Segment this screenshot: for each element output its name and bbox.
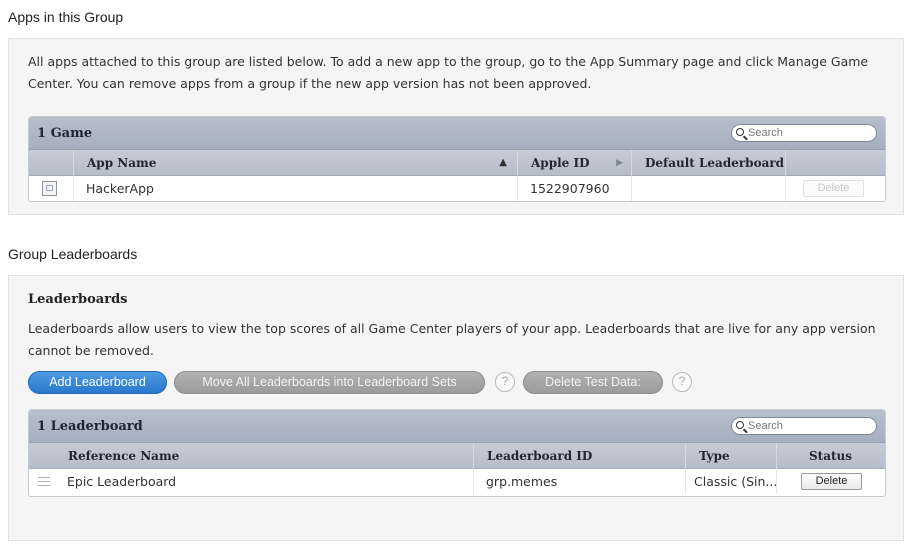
delete-leaderboard-button[interactable]: Delete (801, 473, 862, 490)
type-cell: Classic (Sin... (685, 469, 776, 494)
apps-panel: All apps attached to this group are list… (8, 38, 904, 215)
app-placeholder-icon (42, 181, 57, 196)
app-icon-cell (29, 176, 73, 201)
apps-description: All apps attached to this group are list… (28, 54, 869, 91)
drag-handle-icon (38, 477, 50, 486)
delete-test-data-button[interactable]: Delete Test Data: (523, 371, 663, 394)
leaderboards-panel: Leaderboards Leaderboards allow users to… (8, 275, 904, 541)
search-icon (736, 128, 744, 136)
header-app-name[interactable]: App Name ▲ (73, 150, 517, 176)
move-help-icon[interactable]: ? (495, 372, 515, 392)
apps-section-title: Apps in this Group (8, 9, 124, 25)
delete-app-button[interactable]: Delete (803, 180, 864, 197)
apps-table-titlebar: 1 Game Search (29, 117, 885, 150)
leaderboard-id-cell: grp.memes (473, 469, 685, 494)
apps-search-input[interactable]: Search (731, 124, 877, 142)
table-row: Epic Leaderboard grp.memes Classic (Sin.… (29, 469, 885, 494)
reference-name-cell[interactable]: Epic Leaderboard (55, 469, 473, 494)
header-reference-name[interactable]: Reference Name (55, 443, 473, 469)
app-name-cell[interactable]: HackerApp (73, 176, 517, 201)
header-icon-col (29, 150, 73, 176)
drag-handle-cell[interactable] (29, 469, 55, 494)
header-status[interactable]: Status (776, 443, 885, 469)
leaderboards-section-title: Group Leaderboards (8, 246, 138, 262)
leaderboards-search-input[interactable]: Search (731, 417, 877, 435)
header-default-leaderboard[interactable]: Default Leaderboard (631, 150, 785, 176)
leaderboards-table: 1 Leaderboard Search Reference Name Lead… (28, 409, 886, 497)
leaderboards-description: Leaderboards allow users to view the top… (28, 321, 876, 358)
add-leaderboard-button[interactable]: Add Leaderboard (28, 371, 167, 394)
leaderboards-table-header: Reference Name Leaderboard ID Type Statu… (29, 443, 885, 469)
default-leaderboard-cell (631, 176, 785, 201)
leaderboards-subtitle: Leaderboards (28, 292, 128, 307)
table-row: HackerApp 1522907960 Delete (29, 176, 885, 201)
header-apple-id-label: Apple ID (531, 156, 590, 170)
header-type[interactable]: Type (685, 443, 776, 469)
leaderboards-search-placeholder: Search (748, 420, 783, 432)
move-leaderboards-button[interactable]: Move All Leaderboards into Leaderboard S… (174, 371, 485, 394)
delete-test-help-icon[interactable]: ? (672, 372, 692, 392)
leaderboards-table-title: 1 Leaderboard (37, 419, 143, 434)
apps-search-placeholder: Search (748, 127, 783, 139)
apple-id-cell: 1522907960 (517, 176, 631, 201)
sort-right-icon: ▶ (616, 158, 623, 168)
header-drag-col (29, 443, 55, 469)
apps-table: 1 Game Search App Name ▲ Apple ID ▶ Defa… (28, 116, 886, 202)
app-actions-cell: Delete (785, 176, 885, 201)
sort-up-icon: ▲ (499, 157, 507, 168)
apps-table-title: 1 Game (37, 126, 93, 141)
header-actions-col (785, 150, 885, 176)
header-leaderboard-id[interactable]: Leaderboard ID (473, 443, 685, 469)
search-icon (736, 421, 744, 429)
status-cell: Delete (776, 469, 885, 494)
leaderboards-table-titlebar: 1 Leaderboard Search (29, 410, 885, 443)
header-app-name-label: App Name (87, 156, 157, 170)
apps-table-header: App Name ▲ Apple ID ▶ Default Leaderboar… (29, 150, 885, 176)
header-apple-id[interactable]: Apple ID ▶ (517, 150, 631, 176)
